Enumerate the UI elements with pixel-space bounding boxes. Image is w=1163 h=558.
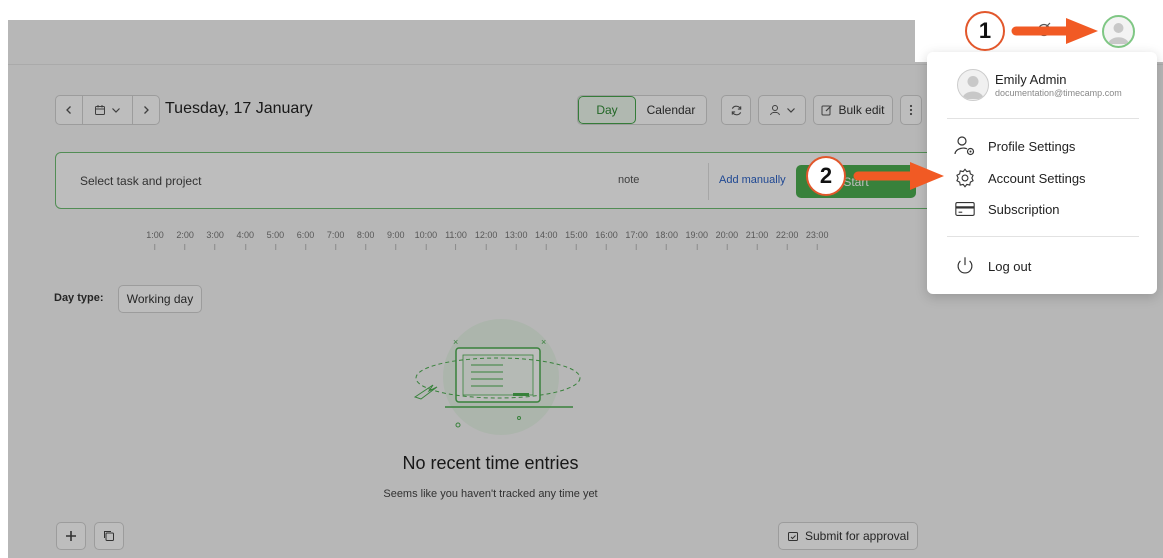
menu-item-label: Subscription — [988, 201, 1060, 217]
menu-item-account-settings[interactable]: Account Settings — [953, 165, 1143, 191]
user-name: Emily Admin — [995, 72, 1067, 87]
user-dropdown-menu: Emily Admin documentation@timecamp.com P… — [927, 52, 1157, 294]
gear-icon — [953, 166, 977, 190]
arrow-right-icon — [853, 162, 944, 190]
menu-item-subscription[interactable]: Subscription — [953, 196, 1143, 222]
menu-divider — [947, 236, 1139, 237]
user-gear-icon — [953, 134, 977, 158]
user-email: documentation@timecamp.com — [995, 88, 1122, 98]
menu-item-label: Profile Settings — [988, 138, 1076, 154]
menu-item-label: Log out — [988, 258, 1032, 274]
menu-divider — [947, 118, 1139, 119]
menu-item-profile-settings[interactable]: Profile Settings — [953, 133, 1143, 159]
user-avatar-icon — [962, 76, 984, 99]
avatar — [957, 69, 989, 101]
arrow-right-icon — [1011, 18, 1098, 44]
step-1-badge: 1 — [965, 11, 1005, 51]
user-avatar-icon — [1108, 23, 1129, 44]
power-icon — [953, 254, 977, 278]
menu-item-label: Account Settings — [988, 170, 1086, 186]
user-avatar-button[interactable] — [1102, 15, 1135, 48]
credit-card-icon — [953, 197, 977, 221]
menu-item-log-out[interactable]: Log out — [953, 253, 1143, 279]
step-2-badge: 2 — [806, 156, 846, 196]
